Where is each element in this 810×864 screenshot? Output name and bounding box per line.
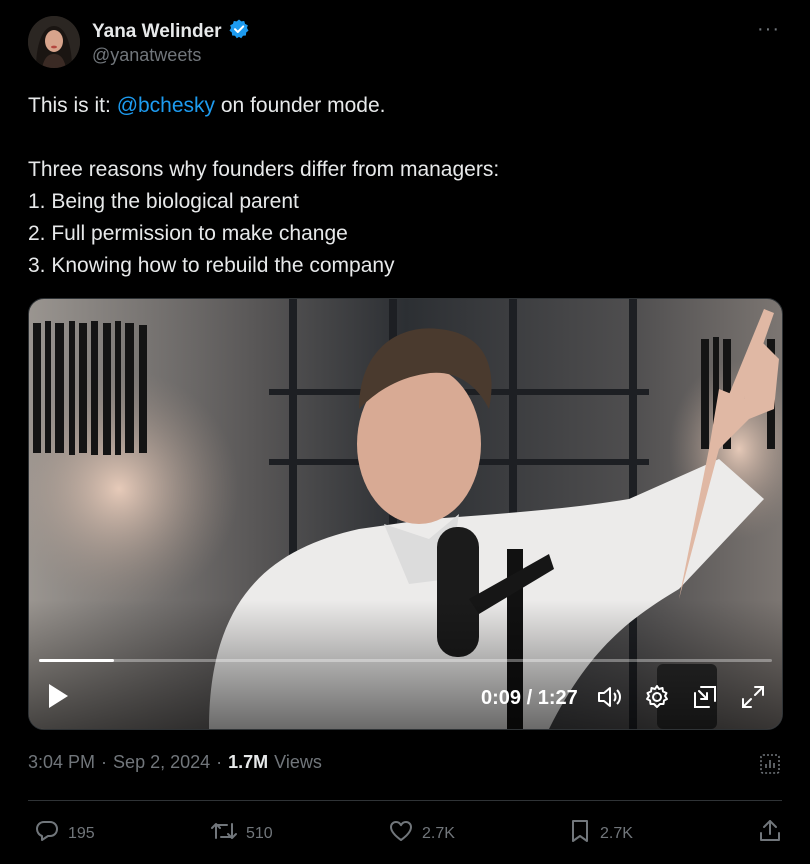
- meta-separator: ·: [216, 752, 223, 772]
- video-time: 0:09 / 1:27: [481, 687, 578, 709]
- tweet-line-2: Three reasons why founders differ from m…: [28, 158, 500, 181]
- author-handle[interactable]: @yanatweets: [92, 45, 201, 66]
- volume-icon[interactable]: [595, 683, 623, 711]
- reply-count: 195: [68, 824, 95, 842]
- video-player[interactable]: 0:09 / 1:27: [28, 298, 783, 730]
- repost-icon: [210, 818, 238, 849]
- action-bar: 195 510 2.7K 2.7K: [28, 812, 782, 852]
- divider: [28, 800, 782, 801]
- list-item: 2. Full permission to make change: [28, 222, 348, 245]
- video-progress-fill: [39, 659, 115, 662]
- avatar[interactable]: [28, 16, 80, 68]
- list-item: 1. Being the biological parent: [28, 190, 299, 213]
- verified-badge-icon: [228, 18, 250, 45]
- fullscreen-icon[interactable]: [739, 683, 767, 711]
- author-display-name[interactable]: Yana Welinder: [92, 21, 222, 43]
- reply-icon: [34, 818, 60, 849]
- video-progress-bar[interactable]: [39, 659, 772, 662]
- analytics-icon[interactable]: [758, 752, 782, 781]
- bookmark-button[interactable]: 2.7K: [568, 818, 633, 849]
- tweet-meta: 3:04 PM · Sep 2, 2024 · 1.7M Views: [28, 752, 322, 773]
- tweet-line-1-suffix: on founder mode.: [215, 94, 386, 117]
- video-frame: [29, 299, 782, 729]
- tweet-date[interactable]: Sep 2, 2024: [113, 752, 210, 773]
- heart-icon: [388, 818, 414, 849]
- author-name-row[interactable]: Yana Welinder: [92, 18, 250, 45]
- like-count: 2.7K: [422, 824, 455, 842]
- bookmark-icon: [568, 818, 592, 849]
- settings-gear-icon[interactable]: [643, 683, 671, 711]
- share-button[interactable]: [758, 818, 782, 849]
- mention-link[interactable]: @bchesky: [117, 94, 215, 117]
- bookmark-count: 2.7K: [600, 824, 633, 842]
- share-icon: [758, 818, 782, 849]
- tweet-time[interactable]: 3:04 PM: [28, 752, 95, 773]
- tweet-line-1-prefix: This is it:: [28, 94, 117, 117]
- tweet-line-1: This is it: @bchesky on founder mode.: [28, 90, 768, 122]
- views-count: 1.7M: [228, 752, 269, 772]
- repost-button[interactable]: 510: [210, 818, 273, 849]
- repost-count: 510: [246, 824, 273, 842]
- tweet-text: This is it: @bchesky on founder mode. Th…: [28, 90, 768, 282]
- minimize-player-icon[interactable]: [691, 683, 719, 711]
- meta-separator: ·: [101, 752, 108, 772]
- list-item: 3. Knowing how to rebuild the company: [28, 254, 395, 277]
- reply-button[interactable]: 195: [34, 818, 95, 849]
- views-label: Views: [274, 752, 322, 772]
- play-icon[interactable]: [47, 683, 69, 709]
- ellipsis-icon[interactable]: ···: [757, 18, 780, 41]
- like-button[interactable]: 2.7K: [388, 818, 455, 849]
- tweet: Yana Welinder @yanatweets ··· This is it…: [0, 0, 810, 864]
